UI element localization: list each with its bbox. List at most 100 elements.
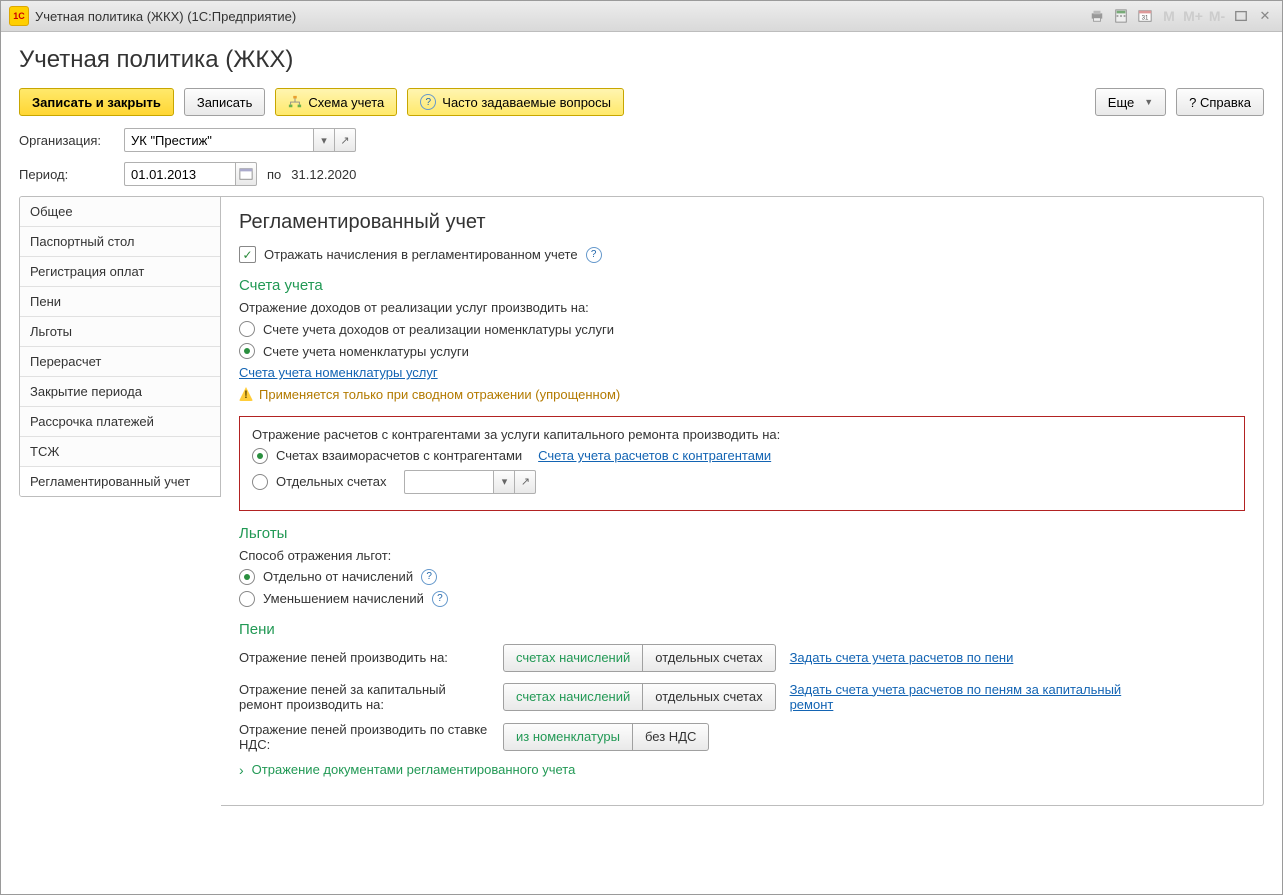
more-button[interactable]: Еще ▼ bbox=[1095, 88, 1166, 116]
toolbar: Записать и закрыть Записать Схема учета … bbox=[19, 88, 1264, 116]
period-from-input[interactable] bbox=[124, 162, 236, 186]
peni3-seg-nom[interactable]: из номенклатуры bbox=[503, 723, 633, 751]
nomenclature-accounts-link[interactable]: Счета учета номенклатуры услуг bbox=[239, 365, 438, 380]
sidebar-item-payments[interactable]: Регистрация оплат bbox=[20, 257, 220, 287]
capital-repair-box: Отражение расчетов с контрагентами за ус… bbox=[239, 416, 1245, 511]
faq-button[interactable]: ? Часто задаваемые вопросы bbox=[407, 88, 624, 116]
sidebar-item-general[interactable]: Общее bbox=[20, 197, 220, 227]
save-button[interactable]: Записать bbox=[184, 88, 266, 116]
dropdown-icon[interactable]: ▾ bbox=[313, 128, 335, 152]
peni-row3-label: Отражение пеней производить по ставке НД… bbox=[239, 722, 489, 752]
period-to: 31.12.2020 bbox=[291, 167, 356, 182]
faq-label: Часто задаваемые вопросы bbox=[442, 95, 611, 110]
income-label: Отражение доходов от реализации услуг пр… bbox=[239, 300, 1245, 315]
m-minus-icon[interactable]: M- bbox=[1208, 7, 1226, 25]
open-icon[interactable]: ↗ bbox=[514, 470, 536, 494]
settlements-label: Отражение расчетов с контрагентами за ус… bbox=[252, 427, 1232, 442]
section-benefits: Льготы bbox=[239, 525, 1245, 542]
chevron-down-icon: ▼ bbox=[1144, 97, 1153, 107]
main-layout: Общее Паспортный стол Регистрация оплат … bbox=[19, 196, 1264, 806]
m-plus-icon[interactable]: M+ bbox=[1184, 7, 1202, 25]
settlements-radio-2[interactable] bbox=[252, 474, 268, 490]
sidebar-item-tsj[interactable]: ТСЖ bbox=[20, 437, 220, 467]
m-icon[interactable]: M bbox=[1160, 7, 1178, 25]
sidebar-item-passport[interactable]: Паспортный стол bbox=[20, 227, 220, 257]
panel-heading: Регламентированный учет bbox=[239, 211, 1245, 234]
benefits-radio-1-label: Отдельно от начислений bbox=[263, 569, 413, 584]
income-radio-1[interactable] bbox=[239, 321, 255, 337]
expand-row[interactable]: › Отражение документами регламентированн… bbox=[239, 762, 1245, 778]
help-icon[interactable]: ? bbox=[586, 247, 602, 263]
sidebar-item-recalc[interactable]: Перерасчет bbox=[20, 347, 220, 377]
sidebar: Общее Паспортный стол Регистрация оплат … bbox=[19, 196, 221, 497]
panel: Регламентированный учет ✓ Отражать начис… bbox=[221, 196, 1264, 806]
calendar-icon[interactable]: 31 bbox=[1136, 7, 1154, 25]
expand-label: Отражение документами регламентированног… bbox=[252, 762, 576, 777]
open-icon[interactable]: ↗ bbox=[334, 128, 356, 152]
po-label: по bbox=[267, 167, 281, 182]
period-label: Период: bbox=[19, 167, 114, 182]
period-row: Период: по 31.12.2020 bbox=[19, 162, 1264, 186]
org-input[interactable] bbox=[124, 128, 314, 152]
content: Учетная политика (ЖКХ) Записать и закрыт… bbox=[1, 32, 1282, 874]
help-icon: ? bbox=[420, 94, 436, 110]
warning-icon: ! bbox=[239, 387, 253, 401]
income-radio-2[interactable] bbox=[239, 343, 255, 359]
peni2-seg-charges[interactable]: счетах начислений bbox=[503, 683, 643, 711]
page-title: Учетная политика (ЖКХ) bbox=[19, 46, 1264, 74]
sidebar-item-peni[interactable]: Пени bbox=[20, 287, 220, 317]
org-label: Организация: bbox=[19, 133, 114, 148]
section-accounts: Счета учета bbox=[239, 277, 1245, 294]
income-radio-2-label: Счете учета номенклатуры услуги bbox=[263, 344, 469, 359]
calendar-picker-icon[interactable] bbox=[235, 162, 257, 186]
warn-row: ! Применяется только при сводном отражен… bbox=[239, 387, 620, 402]
close-icon[interactable]: ✕ bbox=[1256, 7, 1274, 25]
benefits-label: Способ отражения льгот: bbox=[239, 548, 1245, 563]
help-button[interactable]: ? Справка bbox=[1176, 88, 1264, 116]
titlebar-icons: 31 M M+ M- ✕ bbox=[1088, 7, 1274, 25]
settlements-radio-1-label: Счетах взаиморасчетов с контрагентами bbox=[276, 448, 522, 463]
warn-text: Применяется только при сводном отражении… bbox=[259, 387, 620, 402]
calculator-icon[interactable] bbox=[1112, 7, 1130, 25]
more-label: Еще bbox=[1108, 95, 1134, 110]
sidebar-item-benefits[interactable]: Льготы bbox=[20, 317, 220, 347]
benefits-radio-2-label: Уменьшением начислений bbox=[263, 591, 424, 606]
print-icon[interactable] bbox=[1088, 7, 1106, 25]
sidebar-item-regulated[interactable]: Регламентированный учет bbox=[20, 467, 220, 496]
svg-text:31: 31 bbox=[1142, 15, 1149, 22]
benefits-radio-1[interactable] bbox=[239, 569, 255, 585]
window: 1C Учетная политика (ЖКХ) (1С:Предприяти… bbox=[0, 0, 1283, 895]
separate-account-input[interactable] bbox=[404, 470, 494, 494]
peni2-seg-separate[interactable]: отдельных счетах bbox=[643, 683, 775, 711]
peni-link-2[interactable]: Задать счета учета расчетов по пеням за … bbox=[790, 682, 1150, 712]
minimize-icon[interactable] bbox=[1232, 7, 1250, 25]
tree-icon bbox=[288, 95, 302, 109]
settlements-radio-1[interactable] bbox=[252, 448, 268, 464]
help-icon[interactable]: ? bbox=[432, 591, 448, 607]
org-row: Организация: ▾ ↗ bbox=[19, 128, 1264, 152]
peni1-seg-separate[interactable]: отдельных счетах bbox=[643, 644, 775, 672]
chevron-right-icon: › bbox=[239, 762, 244, 778]
peni-row1-label: Отражение пеней производить на: bbox=[239, 650, 489, 665]
dropdown-icon[interactable]: ▾ bbox=[493, 470, 515, 494]
help-icon[interactable]: ? bbox=[421, 569, 437, 585]
reflect-label: Отражать начисления в регламентированном… bbox=[264, 247, 578, 262]
peni1-seg-charges[interactable]: счетах начислений bbox=[503, 644, 643, 672]
benefits-radio-2[interactable] bbox=[239, 591, 255, 607]
reflect-checkbox[interactable]: ✓ bbox=[239, 246, 256, 263]
peni-row2-label: Отражение пеней за капитальный ремонт пр… bbox=[239, 682, 489, 712]
settlements-radio-2-label: Отдельных счетах bbox=[276, 474, 386, 489]
sidebar-item-closing[interactable]: Закрытие периода bbox=[20, 377, 220, 407]
sidebar-item-installment[interactable]: Рассрочка платежей bbox=[20, 407, 220, 437]
titlebar: 1C Учетная политика (ЖКХ) (1С:Предприяти… bbox=[1, 1, 1282, 32]
peni3-seg-novat[interactable]: без НДС bbox=[633, 723, 709, 751]
section-peni: Пени bbox=[239, 621, 1245, 638]
income-radio-1-label: Счете учета доходов от реализации номенк… bbox=[263, 322, 614, 337]
logo-1c-icon: 1C bbox=[9, 6, 29, 26]
scheme-button[interactable]: Схема учета bbox=[275, 88, 397, 116]
save-close-button[interactable]: Записать и закрыть bbox=[19, 88, 174, 116]
scheme-label: Схема учета bbox=[308, 95, 384, 110]
window-title: Учетная политика (ЖКХ) (1С:Предприятие) bbox=[35, 9, 296, 24]
settlements-link[interactable]: Счета учета расчетов с контрагентами bbox=[538, 448, 771, 463]
peni-link-1[interactable]: Задать счета учета расчетов по пени bbox=[790, 650, 1014, 665]
